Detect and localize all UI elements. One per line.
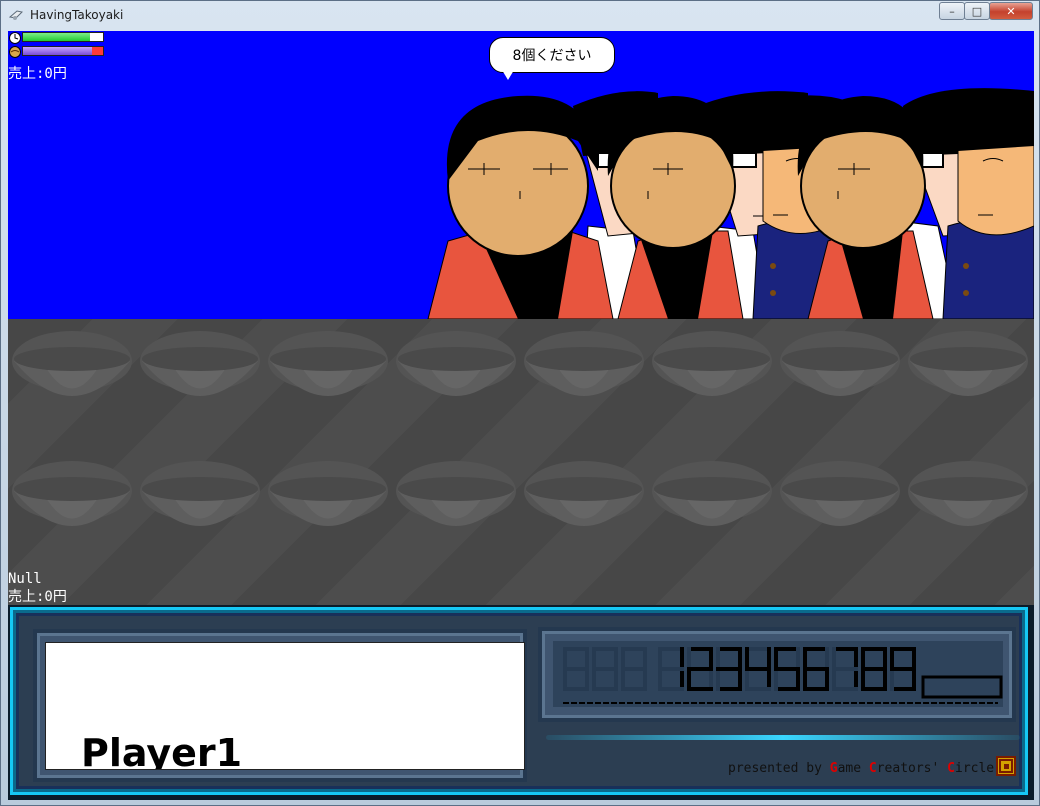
timer-gauge-fill [23, 33, 91, 41]
takoyaki-pit[interactable] [140, 461, 260, 526]
maximize-button[interactable]: □ [964, 2, 990, 20]
null-label: Null [8, 571, 42, 587]
lcd-empty-box [921, 675, 1003, 699]
credit-c1: C [868, 761, 877, 776]
takoyaki-pit[interactable] [908, 461, 1028, 526]
player-hud: Player1 presented by Game Creators' Circ… [8, 605, 1034, 800]
takoyaki-pit[interactable] [396, 331, 516, 396]
sales-bottom-label: 売上:0円 [8, 589, 67, 605]
takoyaki-stock-icon [9, 46, 21, 58]
hud-glow-line [546, 735, 1020, 740]
takoyaki-pit[interactable] [12, 331, 132, 396]
score-digits [563, 647, 1003, 704]
title-bar[interactable]: HavingTakoyaki – □ ✕ [1, 1, 1039, 30]
takoyaki-pit[interactable] [652, 461, 772, 526]
takoyaki-app-icon [9, 10, 23, 20]
takoyaki-pit[interactable] [396, 461, 516, 526]
score-display [553, 641, 1003, 707]
game-window: HavingTakoyaki – □ ✕ 8個ください 売上:0円 Null 売… [0, 0, 1040, 806]
player-panel: Player1 [45, 642, 525, 770]
takoyaki-pit[interactable] [524, 331, 644, 396]
takoyaki-pit[interactable] [12, 461, 132, 526]
order-text: 8個ください [512, 48, 592, 64]
minimize-button[interactable]: – [939, 2, 965, 20]
timer-gauge [22, 32, 104, 42]
credit-g-rest: ame [837, 761, 869, 776]
credit-c2: C [947, 761, 955, 776]
player-name: Player1 [81, 731, 243, 770]
grill-pits [12, 331, 1028, 526]
takoyaki-pit[interactable] [780, 331, 900, 396]
credit-g: G [829, 761, 838, 776]
takoyaki-grill [8, 319, 1034, 605]
game-canvas[interactable]: 8個ください 売上:0円 Null 売上:0円 Player1 presente… [8, 31, 1034, 800]
credit-text: presented by Game Creators' Circle.. [728, 761, 1010, 776]
order-speech-bubble: 8個ください [489, 37, 615, 73]
credit-c1-rest: reators' [876, 761, 948, 776]
customer-queue [427, 88, 1034, 319]
takoyaki-pit[interactable] [140, 331, 260, 396]
stock-gauge [22, 46, 104, 56]
customer-red-jacket-3 [797, 96, 934, 319]
window-title: HavingTakoyaki [30, 8, 124, 22]
takoyaki-pit[interactable] [652, 331, 772, 396]
takoyaki-pit[interactable] [908, 331, 1028, 396]
gcc-logo-icon [996, 756, 1016, 776]
credit-prefix: presented by [728, 761, 830, 776]
close-button[interactable]: ✕ [989, 2, 1033, 20]
stock-gauge-fill [23, 47, 92, 55]
takoyaki-pit[interactable] [268, 461, 388, 526]
takoyaki-pit[interactable] [524, 461, 644, 526]
clock-icon [9, 32, 21, 44]
takoyaki-pit[interactable] [780, 461, 900, 526]
customer-red-jacket-2 [607, 96, 744, 319]
takoyaki-pit[interactable] [268, 331, 388, 396]
speech-bubble-tail [502, 70, 514, 80]
window-controls: – □ ✕ [939, 2, 1033, 20]
customer-red-jacket-1 [427, 95, 614, 319]
customer-scene: 8個ください [8, 31, 1034, 319]
sales-top-label: 売上:0円 [8, 66, 67, 82]
